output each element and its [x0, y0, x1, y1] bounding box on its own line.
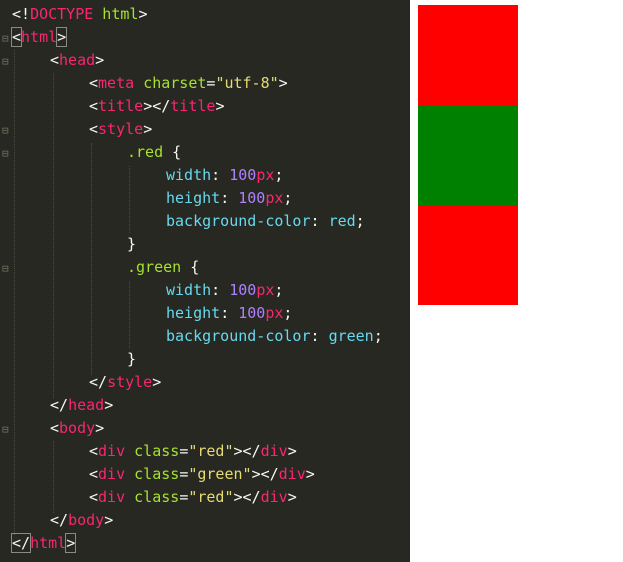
code-line: <div class="green"></div>	[89, 465, 315, 483]
indent-guide	[129, 281, 130, 348]
code-line: <head>	[50, 51, 105, 69]
code-token: width	[166, 166, 212, 184]
fold-marker-icon[interactable]: ⊟	[2, 55, 9, 68]
preview-box-red	[418, 5, 518, 105]
code-token: head	[59, 51, 96, 69]
code-line: width: 100px;	[166, 281, 284, 299]
code-editor[interactable]: ⊟ ⊟ ⊟ ⊟ ⊟ ⊟ <!DOCTYPE html> <html> <head…	[0, 0, 410, 562]
code-token: 100	[229, 166, 257, 184]
code-token: background-color	[166, 212, 311, 230]
code-token: style	[98, 120, 144, 138]
render-preview	[418, 5, 518, 305]
fold-marker-icon[interactable]: ⊟	[2, 32, 9, 45]
code-line: <meta charset="utf-8">	[89, 74, 288, 92]
code-token: class	[134, 465, 180, 483]
indent-guide	[91, 143, 92, 375]
code-token: height	[166, 304, 221, 322]
code-token: body	[59, 419, 96, 437]
code-token: >	[138, 5, 148, 23]
code-token: "red"	[188, 442, 234, 460]
code-line: </body>	[50, 511, 114, 529]
code-token: div	[260, 488, 288, 506]
code-token: title	[98, 97, 144, 115]
code-line: <div class="red"></div>	[89, 442, 297, 460]
code-token: px	[265, 304, 284, 322]
code-token: 100	[238, 304, 266, 322]
code-token: div	[98, 488, 126, 506]
code-line: <div class="red"></div>	[89, 488, 297, 506]
code-token: .red	[127, 143, 164, 161]
code-line: </style>	[89, 373, 162, 391]
code-line: height: 100px;	[166, 189, 293, 207]
code-token: green	[328, 327, 374, 345]
code-token: px	[265, 189, 284, 207]
code-token: height	[166, 189, 221, 207]
code-token: red	[328, 212, 356, 230]
code-token: div	[98, 465, 126, 483]
code-line: }	[127, 350, 137, 368]
fold-marker-icon[interactable]: ⊟	[2, 262, 9, 275]
code-token: body	[68, 511, 105, 529]
code-token: px	[256, 281, 275, 299]
code-line: width: 100px;	[166, 166, 284, 184]
indent-guide	[14, 50, 15, 535]
code-line: .red {	[127, 143, 182, 161]
code-token: 100	[238, 189, 266, 207]
code-token: background-color	[166, 327, 311, 345]
code-line: <style>	[89, 120, 153, 138]
code-line: height: 100px;	[166, 304, 293, 322]
code-token: div	[260, 442, 288, 460]
bracket-highlight: >	[56, 27, 68, 47]
code-line: .green {	[127, 258, 200, 276]
code-token: div	[278, 465, 306, 483]
fold-marker-icon[interactable]: ⊟	[2, 147, 9, 160]
code-line: <html>	[10, 26, 68, 49]
code-line: background-color: red;	[166, 212, 365, 230]
code-line: <title></title>	[89, 97, 225, 115]
code-token: head	[68, 396, 105, 414]
code-token: DOCTYPE	[30, 5, 94, 23]
code-line: <!DOCTYPE html>	[12, 3, 147, 26]
code-line: }	[127, 235, 137, 253]
fold-marker-icon[interactable]: ⊟	[2, 124, 9, 137]
fold-marker-icon[interactable]: ⊟	[2, 423, 9, 436]
code-token: 100	[229, 281, 257, 299]
code-token: "red"	[188, 488, 234, 506]
preview-box-green	[418, 105, 518, 205]
code-token: style	[107, 373, 153, 391]
code-token: html	[30, 534, 67, 552]
code-token: class	[134, 442, 180, 460]
code-line: background-color: green;	[166, 327, 383, 345]
code-token: html	[21, 28, 58, 46]
bracket-highlight: </	[10, 533, 32, 553]
code-token: "utf-8"	[215, 74, 279, 92]
code-token: div	[98, 442, 126, 460]
code-token: title	[170, 97, 216, 115]
code-line: <body>	[50, 419, 105, 437]
indent-guide	[129, 166, 130, 233]
preview-box-red	[418, 205, 518, 305]
code-line: </head>	[50, 396, 114, 414]
bracket-highlight: >	[65, 533, 77, 553]
code-line: </html>	[10, 532, 77, 555]
code-token: <!	[12, 5, 31, 23]
code-token: html	[93, 5, 139, 23]
code-token: px	[256, 166, 275, 184]
indent-guide	[53, 73, 54, 398]
code-token: meta	[98, 74, 135, 92]
code-token: class	[134, 488, 180, 506]
code-token: width	[166, 281, 212, 299]
bracket-highlight: <	[10, 27, 23, 47]
code-token: charset	[143, 74, 207, 92]
code-token: "green"	[188, 465, 252, 483]
indent-guide	[53, 441, 54, 513]
code-token: .green	[127, 258, 182, 276]
